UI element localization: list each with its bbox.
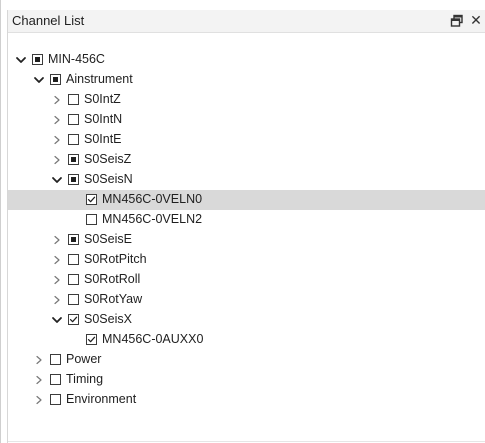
partial-check-indicator xyxy=(71,177,76,182)
panel-bottom-divider xyxy=(8,441,485,442)
tree-item[interactable]: S0SeisX xyxy=(8,310,485,330)
tree-item[interactable]: MN456C-0VELN2 xyxy=(8,210,485,230)
partial-check-indicator xyxy=(53,77,58,82)
chevron-down-icon[interactable] xyxy=(15,53,27,67)
tree-item-checkbox[interactable] xyxy=(86,194,97,205)
chevron-right-icon[interactable] xyxy=(33,353,45,367)
tree-item-label: MN456C-0VELN2 xyxy=(102,212,203,226)
tree-item-label: MN456C-0AUXX0 xyxy=(102,332,204,346)
panel-titlebar: Channel List ✕ xyxy=(8,10,485,33)
tree-item-label: Power xyxy=(66,352,102,366)
tree-item-label: S0RotPitch xyxy=(84,252,147,266)
tree-item-label: S0SeisE xyxy=(84,232,132,246)
tree-item-label: S0IntZ xyxy=(84,92,121,106)
tree-item-checkbox[interactable] xyxy=(68,174,79,185)
tree-item-checkbox[interactable] xyxy=(86,334,97,345)
channel-tree: MIN-456C Ainstrument S0IntZ S0IntN S0IntE S0S… xyxy=(8,50,485,440)
tree-item-checkbox[interactable] xyxy=(50,354,61,365)
tree-item[interactable]: S0RotPitch xyxy=(8,250,485,270)
tree-item-checkbox[interactable] xyxy=(68,94,79,105)
tree-item[interactable]: S0SeisN xyxy=(8,170,485,190)
tree-item-label: S0RotYaw xyxy=(84,292,143,306)
chevron-right-icon[interactable] xyxy=(51,293,63,307)
tree-item-label: Environment xyxy=(66,392,137,406)
chevron-down-icon[interactable] xyxy=(51,313,63,327)
tree-item-checkbox[interactable] xyxy=(68,254,79,265)
tree-item-checkbox[interactable] xyxy=(86,214,97,225)
tree-item-checkbox[interactable] xyxy=(68,294,79,305)
float-window-icon[interactable] xyxy=(450,14,464,28)
tree-item[interactable]: Power xyxy=(8,350,485,370)
tree-item[interactable]: MIN-456C xyxy=(8,50,485,70)
tree-item[interactable]: Timing xyxy=(8,370,485,390)
tree-item[interactable]: S0IntN xyxy=(8,110,485,130)
chevron-down-icon[interactable] xyxy=(33,73,45,87)
channel-list-panel: Channel List ✕ MIN-456C Ainstrument S0IntZ… xyxy=(7,10,485,443)
tree-item-label: MIN-456C xyxy=(48,52,105,66)
tree-item[interactable]: S0SeisE xyxy=(8,230,485,250)
panel-title: Channel List xyxy=(12,13,85,28)
chevron-right-icon[interactable] xyxy=(51,253,63,267)
tree-item[interactable]: S0IntE xyxy=(8,130,485,150)
chevron-right-icon[interactable] xyxy=(51,133,63,147)
window-edge xyxy=(0,0,1,443)
tree-item-label: S0IntE xyxy=(84,132,122,146)
tree-item-label: S0SeisX xyxy=(84,312,132,326)
tree-item-checkbox[interactable] xyxy=(68,234,79,245)
partial-check-indicator xyxy=(71,237,76,242)
tree-item-label: MN456C-0VELN0 xyxy=(102,192,203,206)
tree-item[interactable]: MN456C-0VELN0 xyxy=(8,190,485,210)
tree-item-checkbox[interactable] xyxy=(68,114,79,125)
close-icon[interactable]: ✕ xyxy=(469,12,483,28)
tree-item-label: S0IntN xyxy=(84,112,123,126)
chevron-down-icon[interactable] xyxy=(51,173,63,187)
chevron-right-icon[interactable] xyxy=(51,273,63,287)
tree-item-label: S0RotRoll xyxy=(84,272,141,286)
chevron-right-icon[interactable] xyxy=(51,93,63,107)
chevron-right-icon[interactable] xyxy=(51,113,63,127)
tree-item-checkbox[interactable] xyxy=(32,54,43,65)
tree-item-checkbox[interactable] xyxy=(50,394,61,405)
tree-item[interactable]: S0RotRoll xyxy=(8,270,485,290)
checkmark-icon xyxy=(87,196,96,203)
checkmark-icon xyxy=(69,316,78,323)
tree-item[interactable]: S0SeisZ xyxy=(8,150,485,170)
tree-item-label: Timing xyxy=(66,372,104,386)
chevron-right-icon[interactable] xyxy=(51,153,63,167)
partial-check-indicator xyxy=(71,157,76,162)
tree-item-label: S0SeisZ xyxy=(84,152,132,166)
tree-item-label: S0SeisN xyxy=(84,172,133,186)
tree-item[interactable]: Environment xyxy=(8,390,485,410)
chevron-right-icon[interactable] xyxy=(33,393,45,407)
tree-item-checkbox[interactable] xyxy=(68,314,79,325)
tree-item-checkbox[interactable] xyxy=(50,74,61,85)
tree-item-checkbox[interactable] xyxy=(68,274,79,285)
tree-item-checkbox[interactable] xyxy=(50,374,61,385)
checkmark-icon xyxy=(87,336,96,343)
tree-item[interactable]: MN456C-0AUXX0 xyxy=(8,330,485,350)
tree-item-checkbox[interactable] xyxy=(68,134,79,145)
tree-item[interactable]: S0RotYaw xyxy=(8,290,485,310)
partial-check-indicator xyxy=(35,57,40,62)
chevron-right-icon[interactable] xyxy=(33,373,45,387)
tree-item-checkbox[interactable] xyxy=(68,154,79,165)
tree-item-label: Ainstrument xyxy=(66,72,133,86)
tree-item[interactable]: Ainstrument xyxy=(8,70,485,90)
tree-item[interactable]: S0IntZ xyxy=(8,90,485,110)
chevron-right-icon[interactable] xyxy=(51,233,63,247)
